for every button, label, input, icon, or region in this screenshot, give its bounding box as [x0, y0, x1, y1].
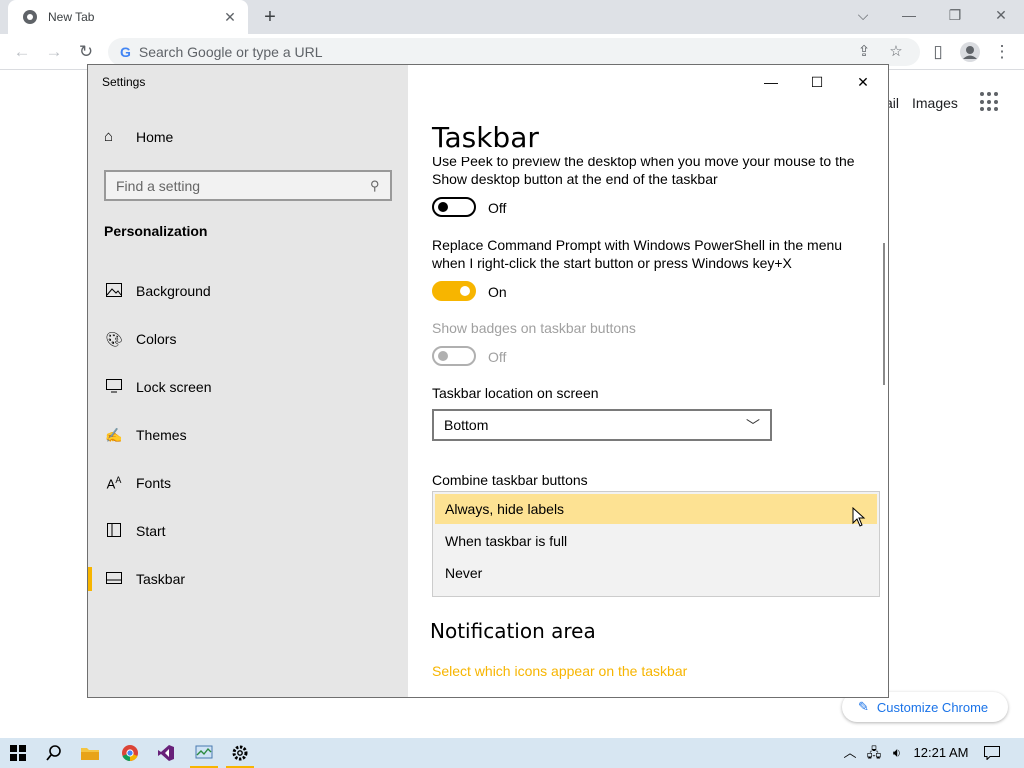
nav-label: Background: [136, 283, 211, 299]
volume-icon[interactable]: 🔉︎: [886, 738, 908, 768]
file-explorer-icon[interactable]: [72, 738, 108, 768]
settings-gear-icon[interactable]: [222, 738, 258, 768]
powershell-description-line2: when I right-click the start button or p…: [432, 255, 792, 271]
tab-search-icon[interactable]: ⌵: [848, 4, 878, 26]
reload-icon[interactable]: ↻: [74, 40, 98, 64]
nav-item-start[interactable]: Start: [88, 511, 408, 551]
nav-item-colors[interactable]: 🎨︎ Colors: [88, 319, 408, 359]
nav-label: Fonts: [136, 475, 172, 491]
side-panel-icon[interactable]: ▯: [926, 40, 950, 64]
new-tab-button[interactable]: +: [258, 5, 282, 29]
images-link[interactable]: Images: [912, 95, 958, 111]
location-value: Bottom: [444, 417, 489, 433]
nav-item-taskbar[interactable]: Taskbar: [88, 559, 408, 599]
nav-item-background[interactable]: Background: [88, 271, 408, 311]
customize-chrome-label: Customize Chrome: [876, 699, 989, 715]
nav-label: Themes: [136, 427, 187, 443]
bookmark-star-icon[interactable]: ☆: [884, 38, 908, 66]
monitor-icon: [104, 378, 124, 396]
google-apps-icon[interactable]: [980, 92, 1000, 112]
page-title: Taskbar: [432, 121, 539, 154]
nav-label: Start: [136, 523, 166, 539]
omnibox-placeholder: Search Google or type a URL: [138, 44, 323, 60]
chrome-tabstrip: New Tab ✕ + ⌵ — ❐ ✕: [0, 0, 1024, 34]
peek-toggle[interactable]: [432, 197, 476, 217]
section-personalization: Personalization: [104, 223, 208, 239]
settings-window: Settings ⌂ Home Find a setting ⚲ Persona…: [87, 64, 889, 698]
mouse-cursor-icon: [852, 507, 866, 527]
palette-icon: 🎨︎: [105, 330, 123, 347]
combine-options-list: Always, hide labels When taskbar is full…: [432, 491, 880, 597]
settings-close-icon[interactable]: ✕: [840, 71, 886, 93]
peek-description-line2: Show desktop button at the end of the ta…: [432, 171, 718, 187]
nav-label: Lock screen: [136, 379, 212, 395]
minimize-icon[interactable]: —: [894, 4, 924, 26]
menu-kebab-icon[interactable]: ⋮: [990, 40, 1014, 64]
windows-taskbar: ︿ 🖧︎ 🔉︎ 12:21 AM: [0, 738, 1024, 768]
home-label: Home: [136, 128, 174, 145]
notification-icons-link[interactable]: Select which icons appear on the taskbar: [432, 663, 687, 679]
peek-description-line1: Use Peek to preview the desktop when you…: [432, 157, 855, 169]
home-icon: ⌂: [104, 128, 114, 145]
chrome-taskbar-icon[interactable]: [112, 738, 148, 768]
omnibox[interactable]: G Search Google or type a URL ⇪ ☆: [108, 38, 920, 66]
pencil-icon: ✎: [858, 699, 869, 714]
google-icon: G: [120, 44, 131, 60]
combine-label: Combine taskbar buttons: [432, 472, 588, 488]
location-dropdown[interactable]: Bottom ﹀: [432, 409, 772, 441]
share-icon[interactable]: ⇪: [852, 38, 876, 66]
clock[interactable]: 12:21 AM: [910, 738, 972, 768]
combine-option-never[interactable]: Never: [435, 558, 877, 588]
restore-icon[interactable]: ❐: [940, 4, 970, 26]
settings-minimize-icon[interactable]: —: [748, 71, 794, 93]
visual-studio-icon[interactable]: [148, 738, 184, 768]
tray-chevron-up-icon[interactable]: ︿: [840, 738, 860, 768]
action-center-icon[interactable]: [978, 738, 1006, 768]
find-setting-input[interactable]: Find a setting ⚲: [104, 170, 392, 201]
tab-title: New Tab: [48, 10, 95, 24]
task-manager-icon[interactable]: [186, 738, 222, 768]
profile-avatar-icon[interactable]: [958, 40, 982, 64]
combine-option-when-full[interactable]: When taskbar is full: [435, 526, 877, 556]
chrome-favicon-icon: [23, 10, 37, 24]
combine-option-always[interactable]: Always, hide labels: [435, 494, 877, 524]
font-icon: AA: [106, 474, 122, 492]
forward-icon[interactable]: →: [42, 40, 66, 64]
nav-label: Taskbar: [136, 571, 186, 587]
settings-maximize-icon[interactable]: ☐: [794, 71, 840, 93]
taskbar-icon: [104, 571, 124, 587]
settings-main-panel: — ☐ ✕ Taskbar Use Peek to preview the de…: [408, 65, 888, 697]
back-icon[interactable]: ←: [10, 40, 34, 64]
powershell-toggle-state: On: [488, 284, 507, 300]
chevron-down-icon: ﹀: [746, 418, 760, 434]
notification-area-heading: Notification area: [430, 619, 596, 643]
nav-item-fonts[interactable]: AA Fonts: [88, 463, 408, 503]
nav-item-themes[interactable]: ✍ Themes: [88, 415, 408, 455]
windows-start-icon[interactable]: [0, 738, 36, 768]
nav-label: Colors: [136, 331, 177, 347]
powershell-toggle[interactable]: [432, 281, 476, 301]
powershell-description-line1: Replace Command Prompt with Windows Powe…: [432, 237, 843, 253]
start-icon: [104, 522, 124, 540]
nav-item-lock-screen[interactable]: Lock screen: [88, 367, 408, 407]
tab-new-tab[interactable]: New Tab ✕: [8, 0, 248, 34]
close-icon[interactable]: ✕: [986, 4, 1016, 26]
badges-toggle[interactable]: [432, 346, 476, 366]
brush-icon: ✍: [105, 426, 123, 443]
settings-sidebar: Settings ⌂ Home Find a setting ⚲ Persona…: [88, 65, 408, 697]
badges-toggle-state: Off: [488, 349, 507, 365]
network-icon[interactable]: 🖧︎: [864, 738, 884, 768]
location-label: Taskbar location on screen: [432, 385, 599, 401]
badges-label: Show badges on taskbar buttons: [432, 320, 636, 336]
settings-window-title: Settings: [102, 75, 146, 89]
search-icon[interactable]: [36, 738, 72, 768]
settings-scroll-area: Use Peek to preview the desktop when you…: [408, 157, 888, 697]
picture-icon: [104, 282, 124, 300]
search-icon: ⚲: [370, 177, 380, 193]
scrollbar[interactable]: [883, 243, 885, 385]
find-setting-placeholder: Find a setting: [116, 177, 201, 194]
home-nav-item[interactable]: ⌂ Home: [104, 128, 173, 145]
tab-close-icon[interactable]: ✕: [222, 9, 238, 26]
peek-toggle-state: Off: [488, 200, 507, 216]
